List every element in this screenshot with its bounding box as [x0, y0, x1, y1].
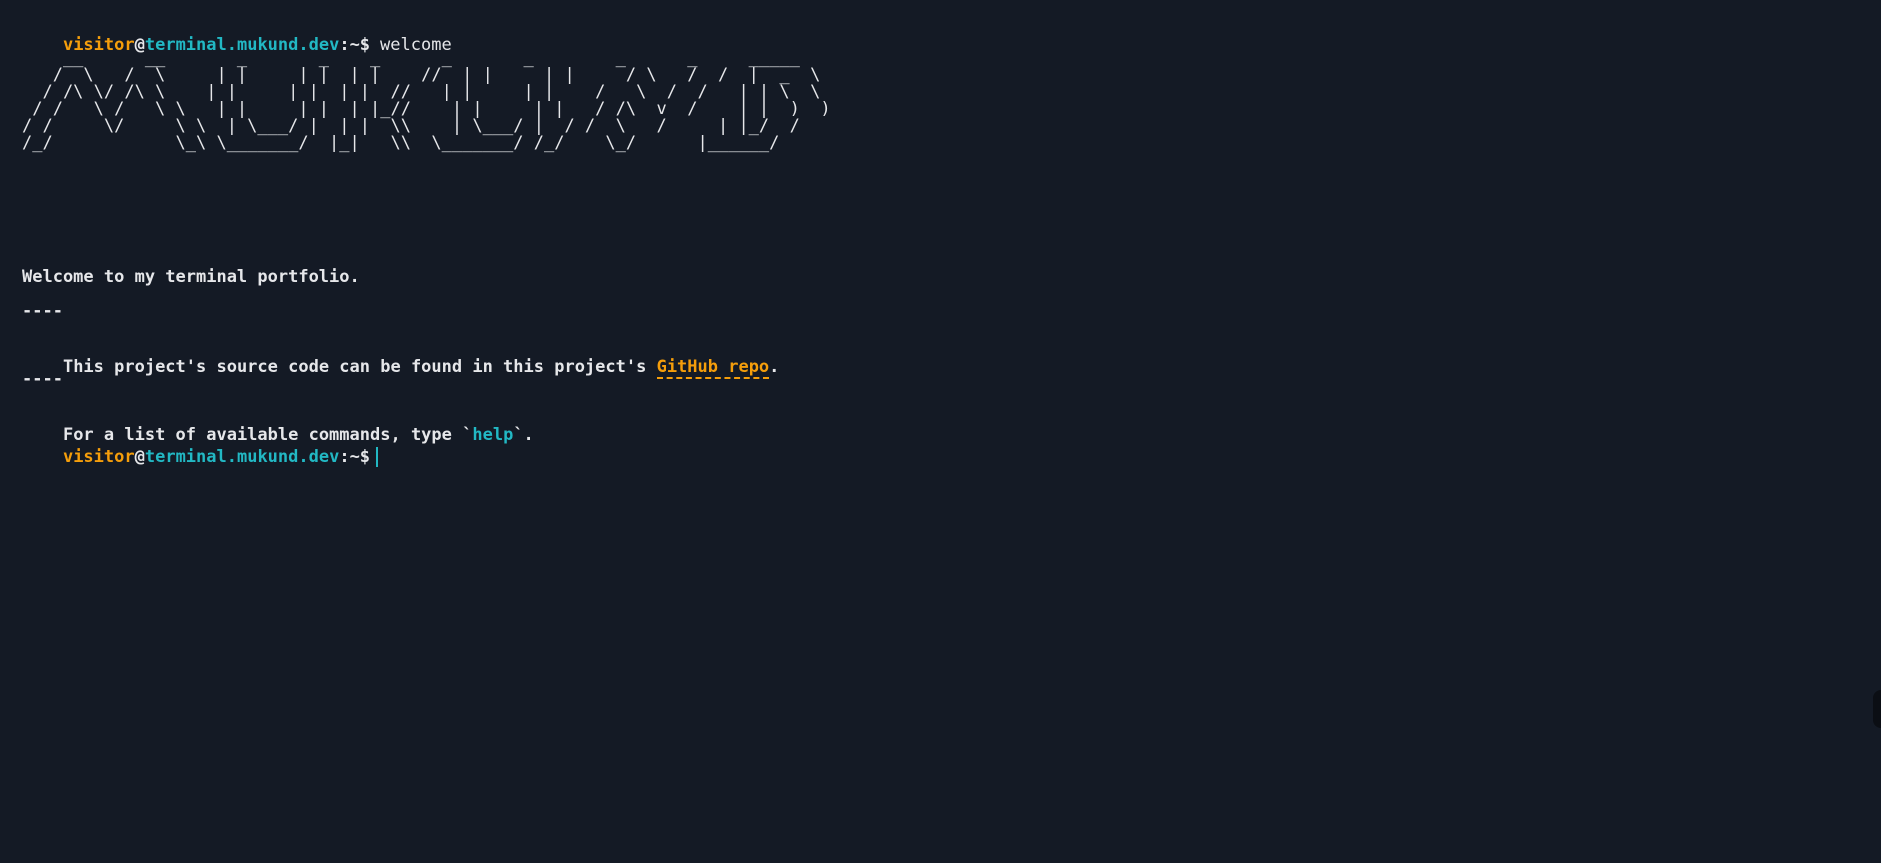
- prompt-user: visitor: [62, 447, 135, 467]
- source-suffix: .: [769, 357, 780, 377]
- help-suffix: `.: [513, 425, 534, 445]
- separator: ----: [22, 301, 63, 321]
- help-line: For a list of available commands, type `…: [22, 402, 1859, 445]
- prompt-at: @: [134, 447, 145, 467]
- prompt-host: terminal.mukund.dev: [144, 447, 340, 467]
- welcome-intro: Welcome to my terminal portfolio.: [22, 267, 360, 287]
- source-prefix: This project's source code can be found …: [62, 357, 657, 377]
- history-prompt-line: visitor@terminal.mukund.dev:~$ welcome: [22, 12, 1859, 55]
- ascii-banner: __ __ _ _ _ _ _ _ _ _____ / \ / \ | | | …: [22, 48, 831, 153]
- source-line: This project's source code can be found …: [22, 334, 1859, 379]
- help-keyword: help: [472, 425, 514, 445]
- github-repo-link[interactable]: GitHub repo: [656, 357, 770, 379]
- scroll-handle[interactable]: [1873, 690, 1881, 728]
- prompt-path: :~$: [339, 447, 371, 467]
- text-cursor: [376, 447, 379, 467]
- terminal-window[interactable]: visitor@terminal.mukund.dev:~$ welcome __…: [0, 0, 1881, 863]
- help-prefix: For a list of available commands, type `: [62, 425, 473, 445]
